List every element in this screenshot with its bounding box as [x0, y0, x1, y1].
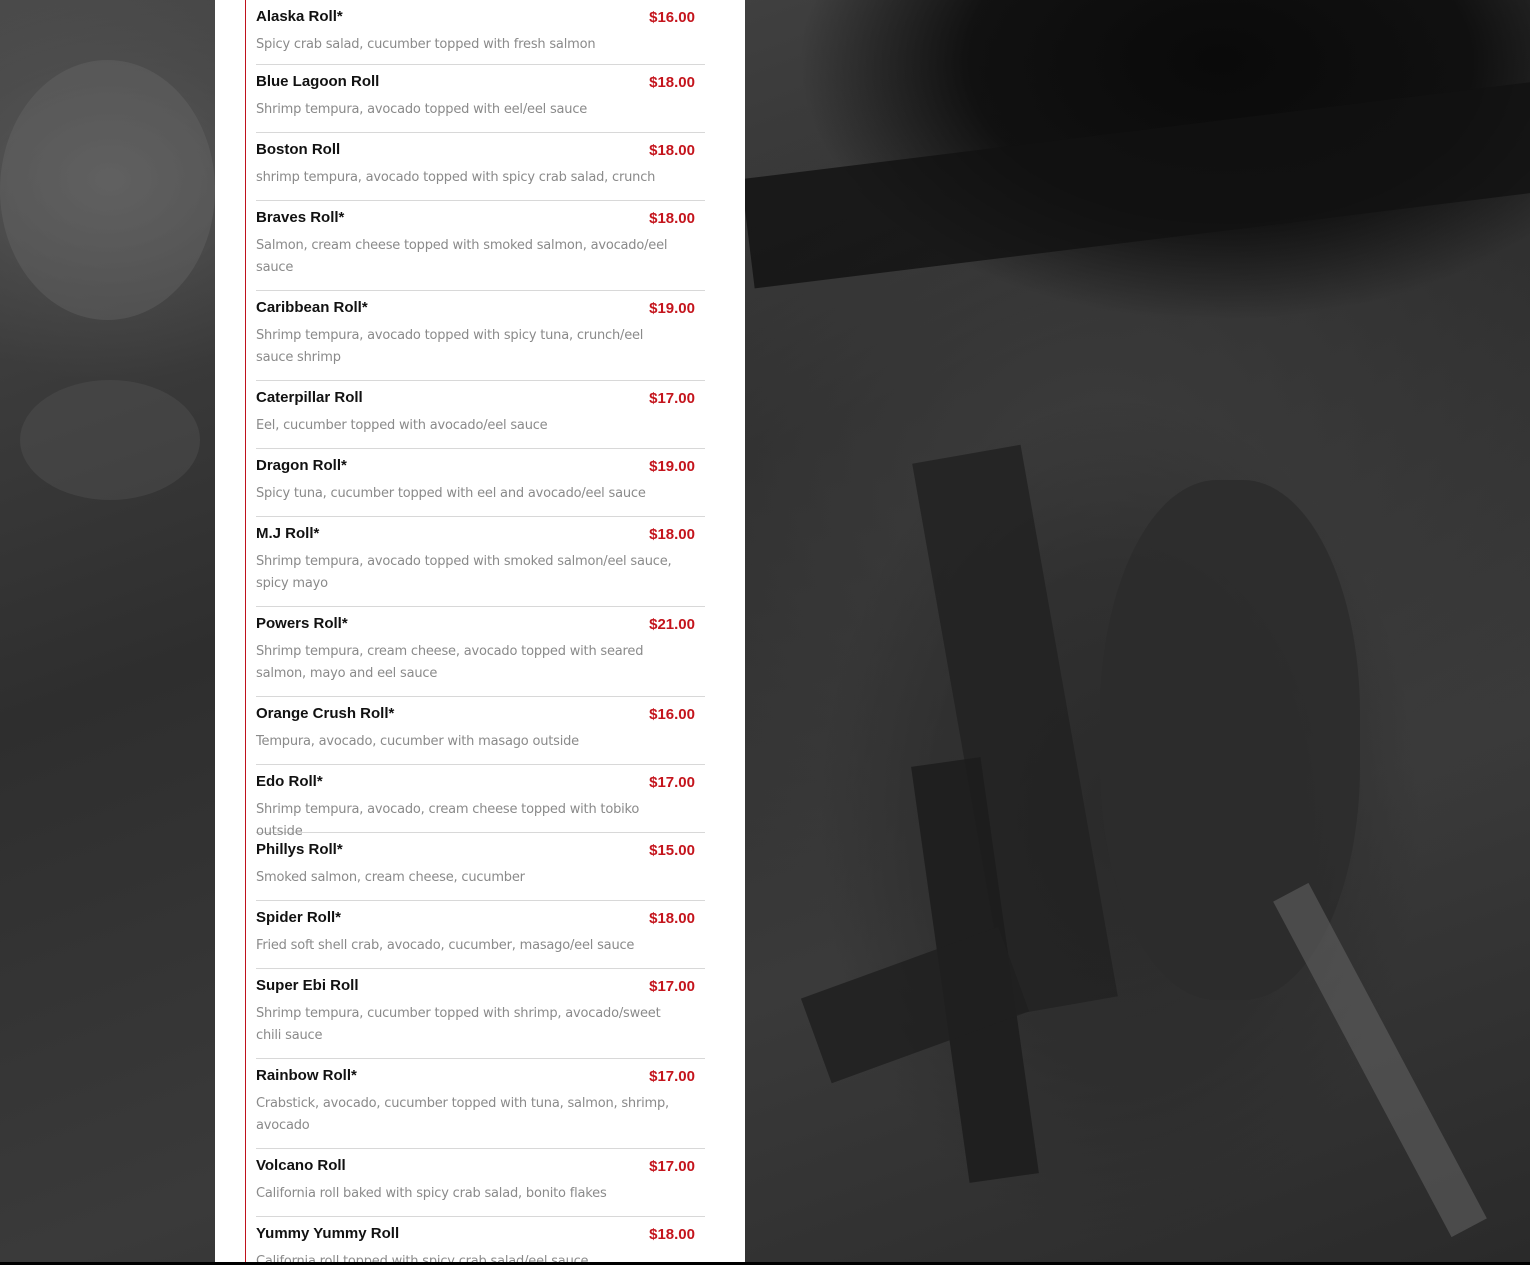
- menu-item-description: Smoked salmon, cream cheese, cucumber: [256, 870, 525, 885]
- menu-item-price: $16.00: [649, 9, 695, 26]
- menu-item-description: Tempura, avocado, cucumber with masago o…: [256, 734, 579, 749]
- menu-item-price: $21.00: [649, 616, 695, 633]
- menu-item-price: $16.00: [649, 706, 695, 723]
- menu-item-description: shrimp tempura, avocado topped with spic…: [256, 170, 656, 185]
- menu-item-price: $17.00: [649, 390, 695, 407]
- menu-item-name: Boston Roll: [256, 141, 341, 158]
- menu-item-caterpillar-roll: Caterpillar Roll $17.00 Eel, cucumber to…: [256, 381, 705, 449]
- menu-item-super-ebi-roll: Super Ebi Roll $17.00 Shrimp tempura, cu…: [256, 969, 705, 1059]
- menu-item-price: $18.00: [649, 142, 695, 159]
- menu-item-name: Blue Lagoon Roll: [256, 73, 380, 90]
- menu-item-name: Caterpillar Roll: [256, 389, 363, 406]
- menu-item-description: Shrimp tempura, cucumber topped with shr…: [256, 1006, 661, 1043]
- menu-item-price: $18.00: [649, 910, 695, 927]
- menu-item-description: Salmon, cream cheese topped with smoked …: [256, 238, 668, 275]
- menu-item-name: Volcano Roll: [256, 1157, 346, 1174]
- menu-item-phillys-roll: Phillys Roll* $15.00 Smoked salmon, crea…: [256, 833, 705, 901]
- menu-item-price: $17.00: [649, 1068, 695, 1085]
- menu-item-description: California roll baked with spicy crab sa…: [256, 1186, 607, 1201]
- menu-item-description: Shrimp tempura, avocado topped with spic…: [256, 328, 644, 365]
- menu-item-dragon-roll: Dragon Roll* $19.00 Spicy tuna, cucumber…: [256, 449, 705, 517]
- menu-item-caribbean-roll: Caribbean Roll* $19.00 Shrimp tempura, a…: [256, 291, 705, 381]
- menu-item-description: Shrimp tempura, avocado topped with smok…: [256, 554, 672, 591]
- menu-item-yummy-yummy-roll: Yummy Yummy Roll $18.00 California roll …: [256, 1217, 705, 1262]
- menu-item-orange-crush-roll: Orange Crush Roll* $16.00 Tempura, avoca…: [256, 697, 705, 765]
- menu-item-price: $17.00: [649, 774, 695, 791]
- menu-item-description: Shrimp tempura, avocado topped with eel/…: [256, 102, 588, 117]
- menu-item-price: $18.00: [649, 1226, 695, 1243]
- menu-item-price: $19.00: [649, 300, 695, 317]
- background-shape: [741, 81, 1530, 289]
- menu-item-name: M.J Roll*: [256, 525, 320, 542]
- menu-item-braves-roll: Braves Roll* $18.00 Salmon, cream cheese…: [256, 201, 705, 291]
- background-shape: [0, 60, 215, 320]
- menu-item-powers-roll: Powers Roll* $21.00 Shrimp tempura, crea…: [256, 607, 705, 697]
- menu-item-description: Shrimp tempura, cream cheese, avocado to…: [256, 644, 644, 681]
- menu-item-name: Spider Roll*: [256, 909, 342, 926]
- menu-item-name: Rainbow Roll*: [256, 1067, 357, 1084]
- menu-item-name: Dragon Roll*: [256, 457, 347, 474]
- menu-item-price: $18.00: [649, 74, 695, 91]
- menu-item-alaska-roll: Alaska Roll* $16.00 Spicy crab salad, cu…: [256, 0, 705, 65]
- menu-item-name: Braves Roll*: [256, 209, 345, 226]
- menu-item-mj-roll: M.J Roll* $18.00 Shrimp tempura, avocado…: [256, 517, 705, 607]
- menu-item-name: Alaska Roll*: [256, 8, 343, 25]
- menu-item-boston-roll: Boston Roll $18.00 shrimp tempura, avoca…: [256, 133, 705, 201]
- menu-item-name: Yummy Yummy Roll: [256, 1225, 400, 1242]
- menu-item-edo-roll: Edo Roll* $17.00 Shrimp tempura, avocado…: [256, 765, 705, 839]
- menu-item-description: Spicy crab salad, cucumber topped with f…: [256, 37, 596, 52]
- menu-item-price: $17.00: [649, 1158, 695, 1175]
- menu-item-price: $15.00: [649, 842, 695, 859]
- menu-item-description: Eel, cucumber topped with avocado/eel sa…: [256, 418, 548, 433]
- menu-item-description: Spicy tuna, cucumber topped with eel and…: [256, 486, 646, 501]
- menu-item-name: Super Ebi Roll: [256, 977, 359, 994]
- menu-item-rainbow-roll: Rainbow Roll* $17.00 Crabstick, avocado,…: [256, 1059, 705, 1149]
- menu-item-volcano-roll: Volcano Roll $17.00 California roll bake…: [256, 1149, 705, 1217]
- menu-panel: Alaska Roll* $16.00 Spicy crab salad, cu…: [215, 0, 745, 1262]
- menu-item-price: $19.00: [649, 458, 695, 475]
- menu-item-spider-roll: Spider Roll* $18.00 Fried soft shell cra…: [256, 901, 705, 969]
- background-shape: [20, 380, 200, 500]
- menu-item-price: $18.00: [649, 526, 695, 543]
- menu-item-name: Orange Crush Roll*: [256, 705, 395, 722]
- background-shape: [1273, 882, 1487, 1238]
- menu-item-price: $17.00: [649, 978, 695, 995]
- menu-list: Alaska Roll* $16.00 Spicy crab salad, cu…: [256, 0, 705, 1262]
- menu-item-name: Caribbean Roll*: [256, 299, 368, 316]
- menu-item-description: Crabstick, avocado, cucumber topped with…: [256, 1096, 669, 1133]
- menu-item-price: $18.00: [649, 210, 695, 227]
- menu-item-description: California roll topped with spicy crab s…: [256, 1254, 589, 1262]
- menu-item-name: Powers Roll*: [256, 615, 348, 632]
- menu-item-blue-lagoon-roll: Blue Lagoon Roll $18.00 Shrimp tempura, …: [256, 65, 705, 133]
- menu-item-name: Phillys Roll*: [256, 841, 343, 858]
- menu-item-description: Fried soft shell crab, avocado, cucumber…: [256, 938, 635, 953]
- accent-rule: [245, 0, 246, 1262]
- menu-item-name: Edo Roll*: [256, 773, 323, 790]
